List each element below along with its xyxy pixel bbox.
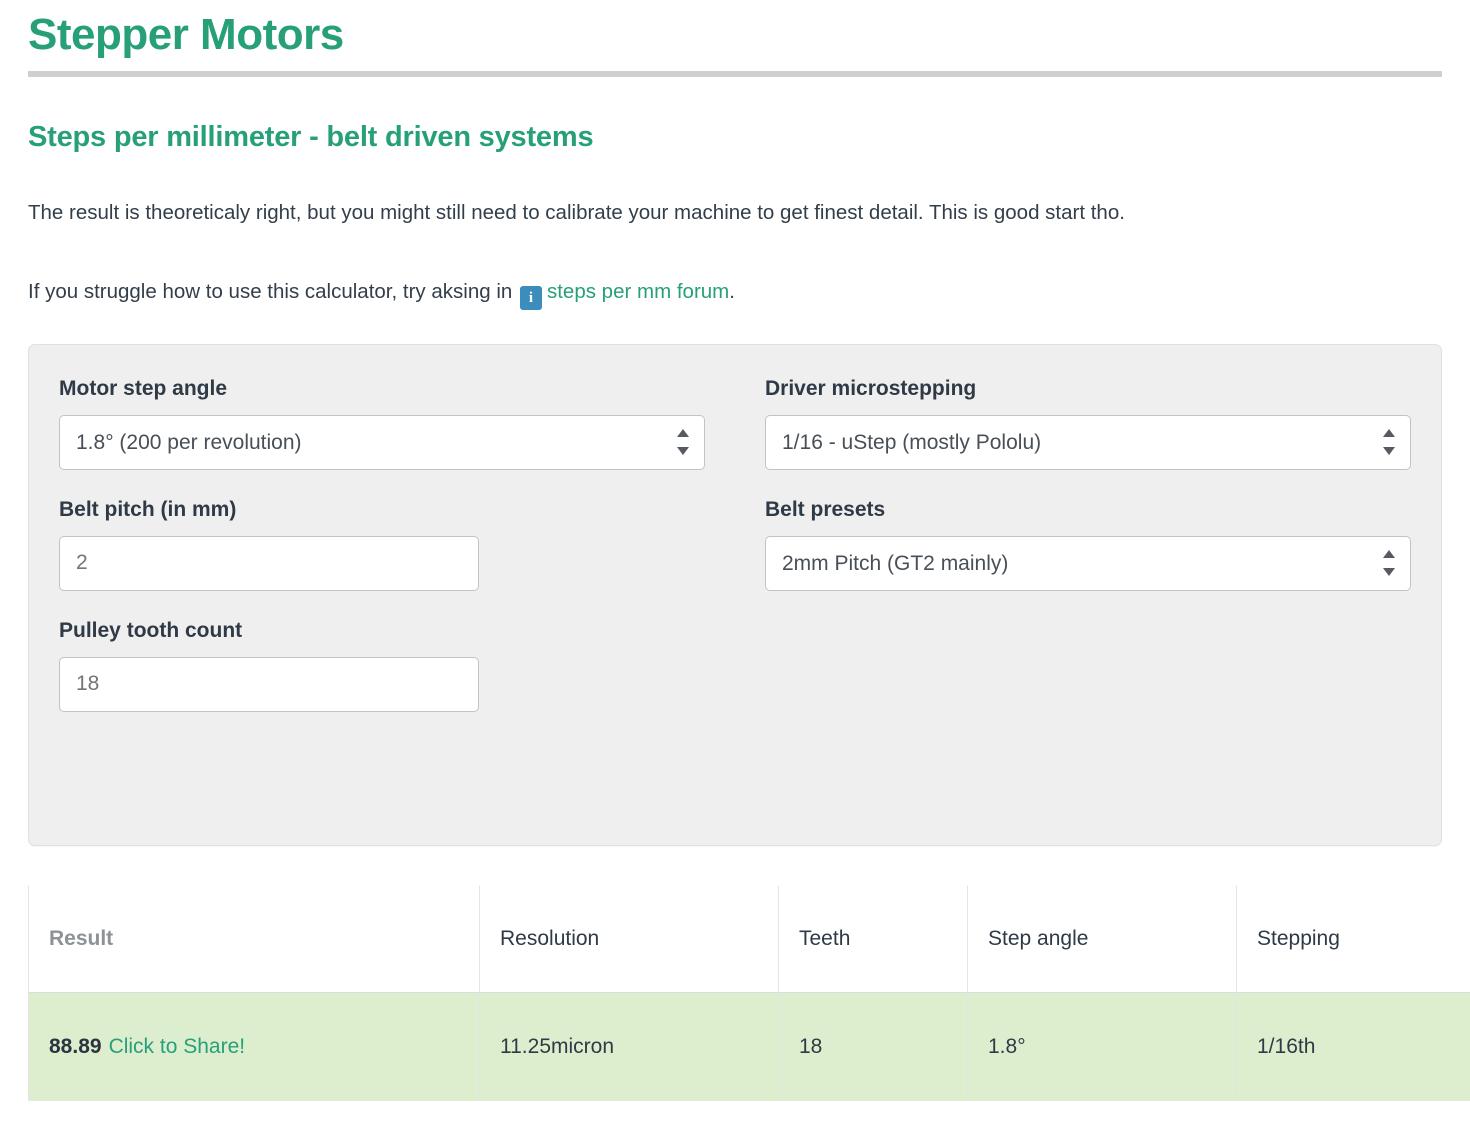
- cell-stepping: 1/16th: [1236, 992, 1470, 1101]
- field-belt-presets: Belt presets 2mm Pitch (GT2 mainly): [765, 498, 1411, 591]
- chevron-updown-icon[interactable]: [1383, 550, 1395, 577]
- table-header-row: Result Resolution Teeth Step angle Stepp…: [28, 885, 1470, 993]
- cell-result: 88.89 Click to Share!: [28, 992, 480, 1101]
- calculator-form-panel: Motor step angle 1.8° (200 per revolutio…: [28, 343, 1442, 846]
- intro-paragraph: The result is theoreticaly right, but yo…: [28, 200, 1125, 224]
- belt-pitch-input[interactable]: [59, 535, 479, 591]
- form-column-right: Driver microstepping 1/16 - uStep (mostl…: [735, 377, 1411, 740]
- click-to-share-link[interactable]: Click to Share!: [109, 1035, 246, 1058]
- cell-step-angle: 1.8°: [967, 992, 1237, 1101]
- belt-presets-select[interactable]: 2mm Pitch (GT2 mainly): [765, 535, 1411, 591]
- header-result: Result: [28, 885, 480, 993]
- belt-pitch-label: Belt pitch (in mm): [59, 497, 237, 521]
- result-table-body: 88.89 Click to Share! 11.25micron 18 1.8°…: [28, 992, 1470, 1101]
- header-resolution: Resolution: [479, 885, 779, 993]
- driver-microstepping-value[interactable]: 1/16 - uStep (mostly Pololu): [765, 414, 1411, 470]
- page-root: Stepper Motors Steps per millimeter - be…: [0, 0, 1470, 1134]
- driver-microstepping-label: Driver microstepping: [765, 376, 977, 400]
- field-pulley-tooth-count: Pulley tooth count: [59, 619, 705, 712]
- help-paragraph: If you struggle how to use this calculat…: [28, 275, 1408, 310]
- help-suffix-text: .: [729, 279, 735, 303]
- header-teeth: Teeth: [778, 885, 968, 993]
- section-title: Steps per millimeter - belt driven syste…: [28, 120, 594, 153]
- pulley-tooth-count-label: Pulley tooth count: [59, 618, 243, 642]
- driver-microstepping-select[interactable]: 1/16 - uStep (mostly Pololu): [765, 414, 1411, 470]
- form-column-left: Motor step angle 1.8° (200 per revolutio…: [59, 377, 735, 740]
- motor-step-angle-label: Motor step angle: [59, 376, 228, 400]
- header-step-angle: Step angle: [967, 885, 1237, 993]
- result-table: Result Resolution Teeth Step angle Stepp…: [28, 885, 1470, 1101]
- table-row: 88.89 Click to Share! 11.25micron 18 1.8°…: [28, 992, 1470, 1101]
- title-divider: [28, 70, 1442, 77]
- field-driver-microstepping: Driver microstepping 1/16 - uStep (mostl…: [765, 377, 1411, 470]
- belt-presets-value[interactable]: 2mm Pitch (GT2 mainly): [765, 535, 1411, 591]
- motor-step-angle-value[interactable]: 1.8° (200 per revolution): [59, 414, 705, 470]
- field-motor-step-angle: Motor step angle 1.8° (200 per revolutio…: [59, 377, 705, 470]
- result-table-head: Result Resolution Teeth Step angle Stepp…: [28, 885, 1470, 993]
- motor-step-angle-select[interactable]: 1.8° (200 per revolution): [59, 414, 705, 470]
- result-value: 88.89: [49, 1034, 102, 1058]
- page-title: Stepper Motors: [28, 10, 344, 59]
- field-belt-pitch: Belt pitch (in mm): [59, 498, 705, 591]
- pulley-tooth-count-input[interactable]: [59, 656, 479, 712]
- chevron-updown-icon[interactable]: [677, 429, 689, 456]
- help-prefix-text: If you struggle how to use this calculat…: [28, 279, 513, 303]
- cell-resolution: 11.25micron: [479, 992, 779, 1101]
- cell-teeth: 18: [778, 992, 968, 1101]
- chevron-updown-icon[interactable]: [1383, 429, 1395, 456]
- steps-per-mm-forum-link[interactable]: steps per mm forum: [547, 280, 729, 303]
- belt-presets-label: Belt presets: [765, 497, 886, 521]
- info-icon: i: [519, 285, 542, 310]
- header-stepping: Stepping: [1236, 885, 1470, 993]
